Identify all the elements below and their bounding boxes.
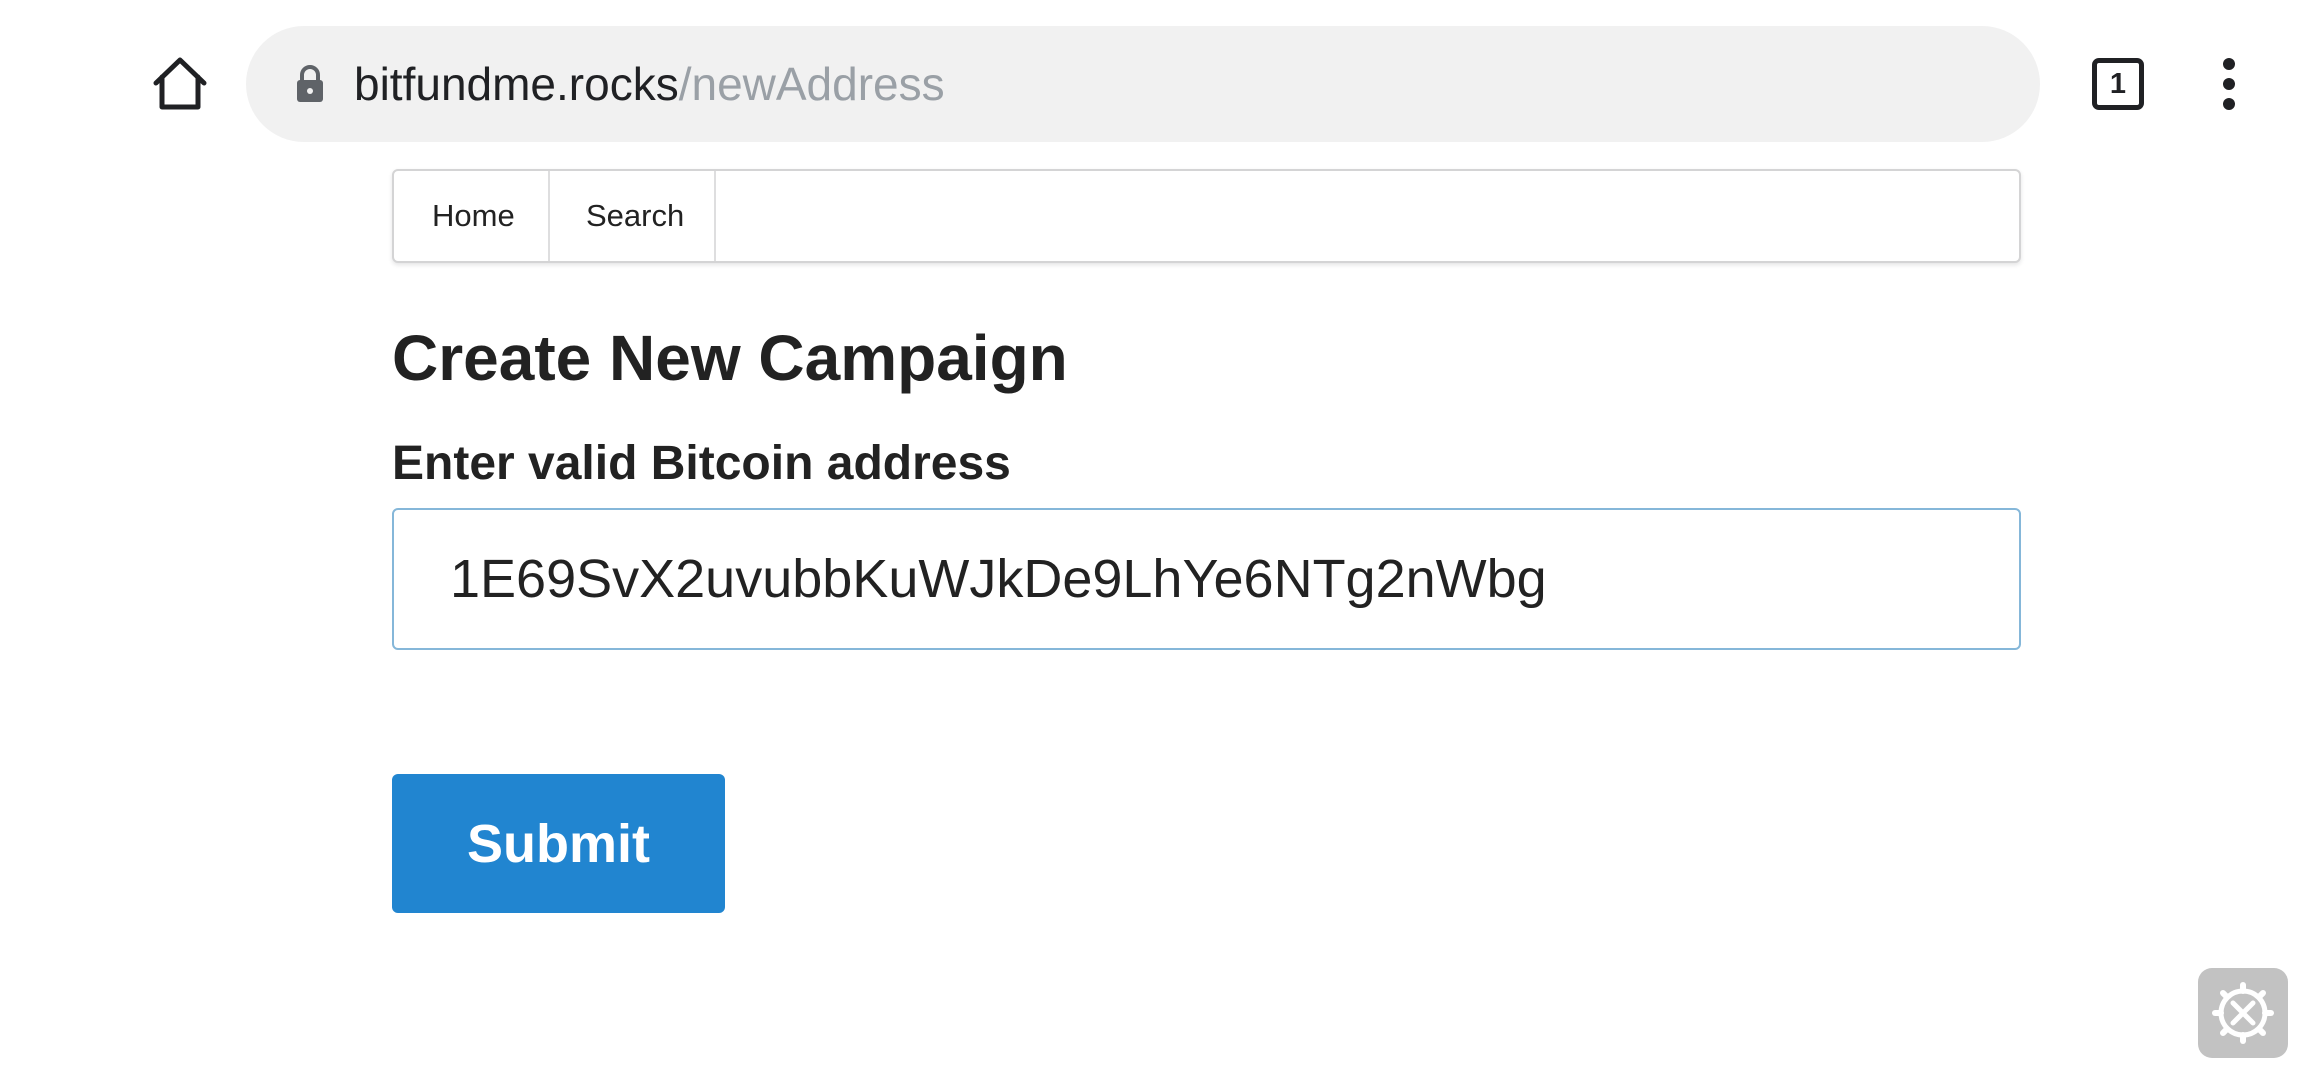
nav-item-search[interactable]: Search	[550, 171, 716, 261]
browser-menu-button[interactable]	[2204, 50, 2254, 118]
floating-tool-button[interactable]	[2198, 968, 2288, 1058]
browser-toolbar: bitfundme.rocks/newAddress 1	[0, 0, 2310, 168]
settings-tools-icon	[2212, 982, 2274, 1044]
url-host: bitfundme.rocks	[354, 58, 679, 110]
address-field-label: Enter valid Bitcoin address	[392, 437, 1011, 490]
url-path: /newAddress	[678, 58, 945, 110]
lock-icon	[297, 65, 323, 102]
site-navbar: Home Search	[392, 169, 2021, 263]
tab-switcher-icon: 1	[2092, 58, 2144, 110]
home-button[interactable]	[146, 52, 214, 116]
tab-count: 1	[2109, 67, 2127, 100]
url-text: bitfundme.rocks/newAddress	[354, 26, 945, 142]
tab-switcher-button[interactable]: 1	[2088, 54, 2148, 114]
nav-item-home[interactable]: Home	[394, 171, 550, 261]
address-bar[interactable]: bitfundme.rocks/newAddress	[246, 26, 2040, 142]
page-title: Create New Campaign	[392, 322, 1068, 394]
bitcoin-address-input[interactable]	[392, 508, 2021, 650]
submit-button[interactable]: Submit	[392, 774, 725, 913]
home-icon	[153, 57, 207, 110]
